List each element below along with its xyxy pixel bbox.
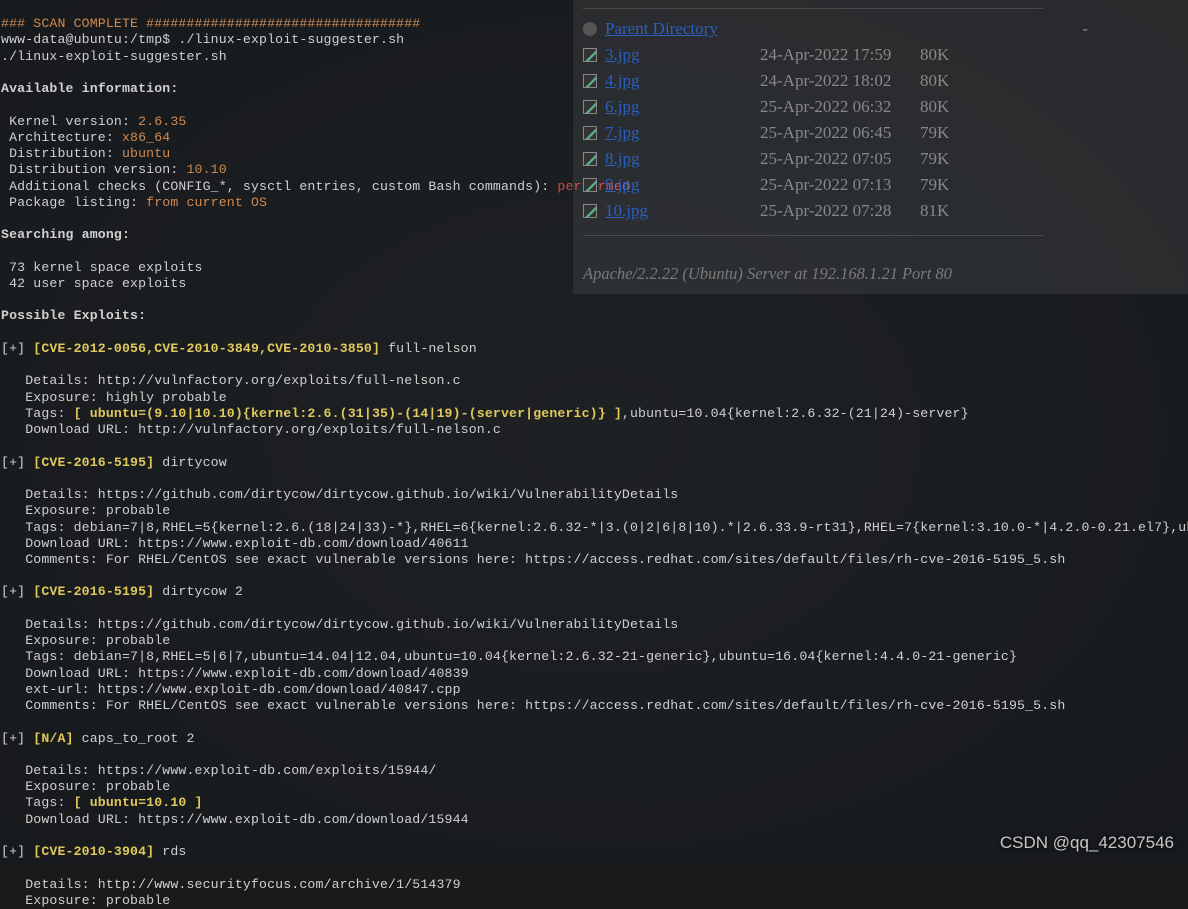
- exploit-download: Download URL: https://www.exploit-db.com…: [1, 666, 469, 681]
- file-modified: 25-Apr-2022 07:05: [760, 149, 920, 170]
- exploit-download: Download URL: http://vulnfactory.org/exp…: [1, 422, 501, 437]
- exploit-exposure: Exposure: highly probable: [1, 390, 227, 405]
- file-modified: 24-Apr-2022 18:02: [760, 71, 920, 92]
- parent-size: -: [1082, 19, 1088, 40]
- exploit-details: Details: https://github.com/dirtycow/dir…: [1, 487, 678, 502]
- file-row[interactable]: 10.jpg25-Apr-2022 07:2881K: [583, 201, 1178, 227]
- file-link[interactable]: 7.jpg: [605, 123, 760, 144]
- file-modified: 24-Apr-2022 17:59: [760, 45, 920, 66]
- scan-header: ### SCAN COMPLETE ######################…: [1, 16, 420, 31]
- watermark: CSDN @qq_42307546: [1000, 833, 1174, 854]
- image-file-icon: [583, 46, 605, 66]
- exploit-entry: [+] [N/A] caps_to_root 2: [1, 731, 195, 746]
- image-file-icon: [583, 98, 605, 118]
- exploit-details: Details: http://vulnfactory.org/exploits…: [1, 373, 461, 388]
- exploit-tags: Tags: [ ubuntu=(9.10|10.10){kernel:2.6.(…: [1, 406, 969, 421]
- exploit-entry: [+] [CVE-2016-5195] dirtycow: [1, 455, 227, 470]
- parent-directory-link[interactable]: Parent Directory: [605, 19, 760, 40]
- available-info-header: Available information:: [1, 81, 178, 96]
- exploit-comments: Comments: For RHEL/CentOS see exact vuln…: [1, 698, 1065, 713]
- search-stat-user: 42 user space exploits: [1, 276, 186, 291]
- dist-line: Distribution: ubuntu: [1, 146, 170, 161]
- file-row[interactable]: 9.jpg25-Apr-2022 07:1379K: [583, 175, 1178, 201]
- file-size: 79K: [920, 123, 949, 144]
- image-file-icon: [583, 176, 605, 196]
- divider: [583, 8, 1043, 9]
- search-stat-kernel: 73 kernel space exploits: [1, 260, 203, 275]
- exploit-tags: Tags: [ ubuntu=10.10 ]: [1, 795, 203, 810]
- checks-line: Additional checks (CONFIG_*, sysctl entr…: [1, 179, 630, 194]
- image-file-icon: [583, 124, 605, 144]
- file-size: 79K: [920, 175, 949, 196]
- file-link[interactable]: 9.jpg: [605, 175, 760, 196]
- exploit-entry: [+] [CVE-2016-5195] dirtycow 2: [1, 584, 243, 599]
- file-link[interactable]: 10.jpg: [605, 201, 760, 222]
- file-row[interactable]: 7.jpg25-Apr-2022 06:4579K: [583, 123, 1178, 149]
- exploit-exposure: Exposure: probable: [1, 893, 170, 908]
- file-link[interactable]: 6.jpg: [605, 97, 760, 118]
- file-modified: 25-Apr-2022 07:13: [760, 175, 920, 196]
- apache-directory-listing: Parent Directory - 3.jpg24-Apr-2022 17:5…: [573, 0, 1188, 294]
- file-link[interactable]: 8.jpg: [605, 149, 760, 170]
- exploit-exposure: Exposure: probable: [1, 503, 170, 518]
- apache-server-footer: Apache/2.2.22 (Ubuntu) Server at 192.168…: [583, 246, 1178, 284]
- file-link[interactable]: 4.jpg: [605, 71, 760, 92]
- possible-exploits-header: Possible Exploits:: [1, 308, 146, 323]
- file-row[interactable]: 8.jpg25-Apr-2022 07:0579K: [583, 149, 1178, 175]
- arch-line: Architecture: x86_64: [1, 130, 170, 145]
- file-size: 80K: [920, 45, 949, 66]
- pkg-line: Package listing: from current OS: [1, 195, 267, 210]
- exploit-tags: Tags: debian=7|8,RHEL=5|6|7,ubuntu=14.04…: [1, 649, 1017, 664]
- image-file-icon: [583, 72, 605, 92]
- exploit-entry: [+] [CVE-2010-3904] rds: [1, 844, 187, 859]
- file-size: 79K: [920, 149, 949, 170]
- file-modified: 25-Apr-2022 06:32: [760, 97, 920, 118]
- image-file-icon: [583, 202, 605, 222]
- exploit-ext-url: ext-url: https://www.exploit-db.com/down…: [1, 682, 461, 697]
- echoed-command: ./linux-exploit-suggester.sh: [1, 49, 227, 64]
- file-size: 80K: [920, 71, 949, 92]
- file-size: 81K: [920, 201, 949, 222]
- back-icon: [583, 20, 605, 40]
- file-modified: 25-Apr-2022 06:45: [760, 123, 920, 144]
- exploit-comments: Comments: For RHEL/CentOS see exact vuln…: [1, 552, 1065, 567]
- kernel-line: Kernel version: 2.6.35: [1, 114, 186, 129]
- file-modified: 25-Apr-2022 07:28: [760, 201, 920, 222]
- exploit-exposure: Exposure: probable: [1, 633, 170, 648]
- file-row[interactable]: 4.jpg24-Apr-2022 18:0280K: [583, 71, 1178, 97]
- parent-directory-row[interactable]: Parent Directory -: [583, 19, 1178, 45]
- shell-prompt: www-data@ubuntu:/tmp$ ./linux-exploit-su…: [1, 32, 404, 47]
- image-file-icon: [583, 150, 605, 170]
- exploit-download: Download URL: https://www.exploit-db.com…: [1, 812, 469, 827]
- file-size: 80K: [920, 97, 949, 118]
- exploit-details: Details: https://www.exploit-db.com/expl…: [1, 763, 436, 778]
- file-row[interactable]: 6.jpg25-Apr-2022 06:3280K: [583, 97, 1178, 123]
- exploit-download: Download URL: https://www.exploit-db.com…: [1, 536, 469, 551]
- file-link[interactable]: 3.jpg: [605, 45, 760, 66]
- exploit-exposure: Exposure: probable: [1, 779, 170, 794]
- exploit-tags: Tags: debian=7|8,RHEL=5{kernel:2.6.(18|2…: [1, 520, 1188, 535]
- exploit-entry: [+] [CVE-2012-0056,CVE-2010-3849,CVE-201…: [1, 341, 477, 356]
- file-row[interactable]: 3.jpg24-Apr-2022 17:5980K: [583, 45, 1178, 71]
- distver-line: Distribution version: 10.10: [1, 162, 227, 177]
- searching-header: Searching among:: [1, 227, 130, 242]
- exploit-details: Details: http://www.securityfocus.com/ar…: [1, 877, 461, 892]
- divider: [583, 235, 1043, 236]
- exploit-details: Details: https://github.com/dirtycow/dir…: [1, 617, 678, 632]
